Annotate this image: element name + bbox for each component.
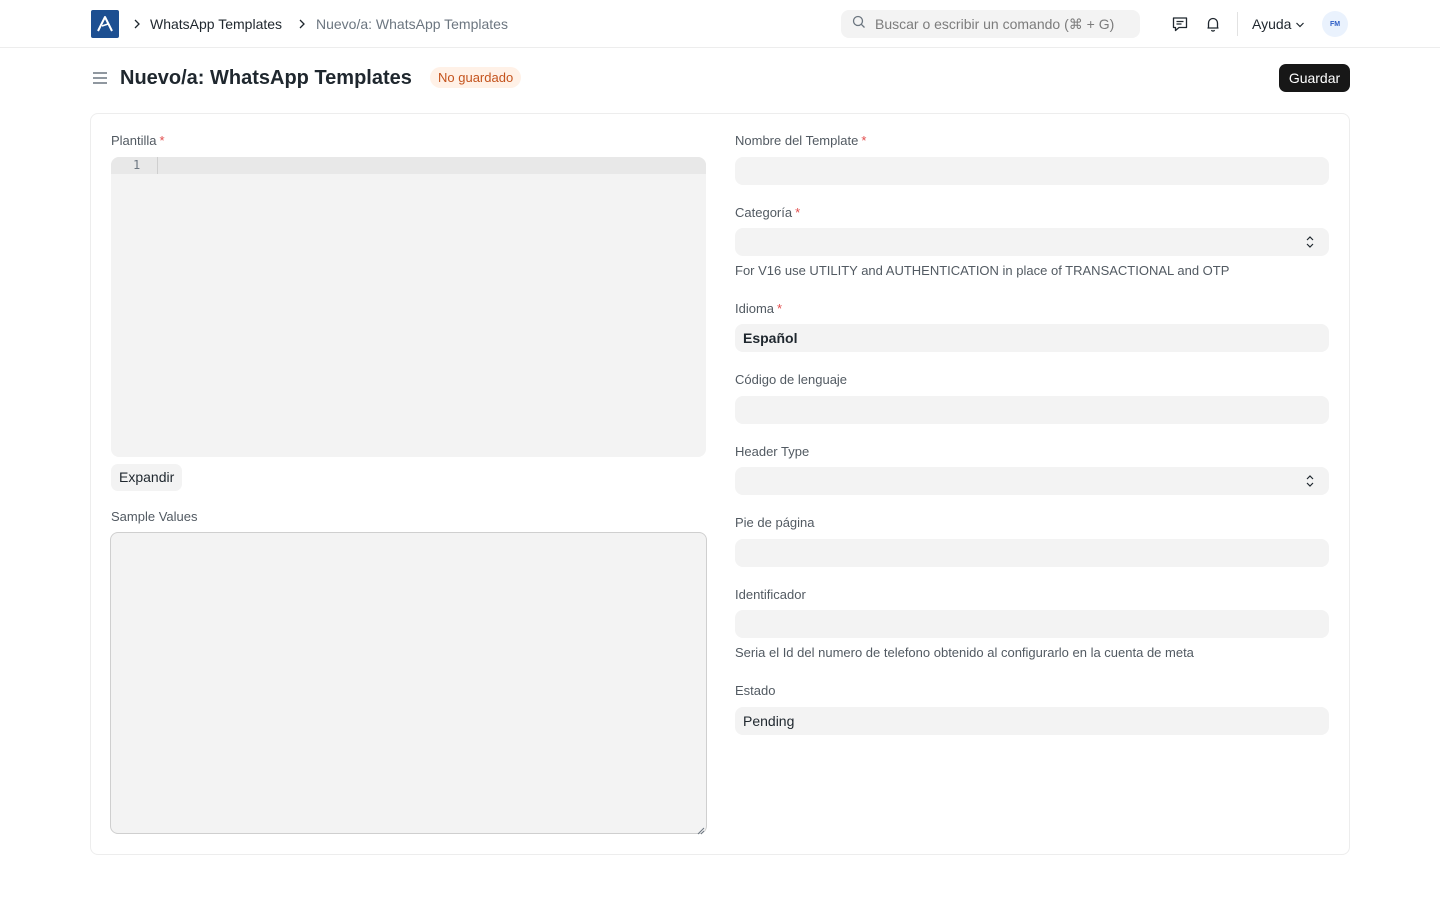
footer-label: Pie de página: [735, 515, 815, 530]
sample-values-label: Sample Values: [111, 509, 198, 524]
search-input[interactable]: [875, 16, 1135, 32]
category-label: Categoría *: [735, 205, 801, 220]
form-card: Plantilla * 1 Expandir Sample Values Nomb…: [90, 113, 1350, 855]
header-type-select[interactable]: [735, 467, 1329, 495]
template-code-editor[interactable]: 1: [111, 157, 706, 457]
chevron-down-icon: [1295, 15, 1305, 33]
code-active-line: [111, 157, 706, 174]
navbar-divider: [1237, 12, 1238, 36]
chat-icon[interactable]: [1170, 14, 1190, 34]
language-code-field[interactable]: [735, 396, 1329, 424]
breadcrumb-whatsapp-templates[interactable]: WhatsApp Templates: [150, 15, 282, 33]
identifier-field[interactable]: [735, 610, 1329, 638]
language-field[interactable]: Español: [735, 324, 1329, 352]
category-help-text: For V16 use UTILITY and AUTHENTICATION i…: [735, 263, 1230, 278]
template-name-label: Nombre del Template *: [735, 133, 867, 148]
status-label: Estado: [735, 683, 776, 698]
save-button[interactable]: Guardar: [1279, 64, 1350, 92]
chevron-right-icon: [297, 16, 307, 32]
language-label: Idioma *: [735, 301, 783, 316]
chevron-right-icon: [132, 16, 142, 32]
navbar: WhatsApp Templates Nuevo/a: WhatsApp Tem…: [0, 0, 1440, 48]
avatar[interactable]: FM: [1322, 11, 1348, 37]
status-field[interactable]: Pending: [735, 707, 1329, 735]
category-select[interactable]: [735, 228, 1329, 256]
help-label: Ayuda: [1252, 16, 1292, 32]
code-line-number: 1: [133, 158, 141, 172]
search-icon: [852, 15, 866, 34]
page-title: Nuevo/a: WhatsApp Templates: [120, 67, 412, 89]
select-arrows-icon: [1305, 474, 1315, 488]
footer-field[interactable]: [735, 539, 1329, 567]
template-name-field[interactable]: [735, 157, 1329, 185]
resize-grip-icon[interactable]: [695, 822, 705, 835]
header-type-label: Header Type: [735, 444, 810, 459]
breadcrumb-current: Nuevo/a: WhatsApp Templates: [316, 16, 508, 32]
bell-icon[interactable]: [1203, 14, 1223, 34]
language-code-label: Código de lenguaje: [735, 372, 848, 387]
sample-values-textarea[interactable]: [110, 532, 707, 834]
identifier-label: Identificador: [735, 587, 806, 602]
app-logo-icon[interactable]: [91, 10, 119, 38]
identifier-help-text: Seria el Id del numero de telefono obten…: [735, 645, 1194, 660]
help-dropdown[interactable]: Ayuda: [1252, 15, 1305, 33]
search-bar[interactable]: [841, 10, 1140, 38]
status-badge: No guardado: [430, 67, 522, 88]
template-label: Plantilla *: [111, 133, 165, 148]
hamburger-icon[interactable]: [91, 69, 108, 86]
expand-button[interactable]: Expandir: [111, 464, 183, 491]
code-gutter-divider: [157, 157, 158, 174]
select-arrows-icon: [1305, 235, 1315, 249]
